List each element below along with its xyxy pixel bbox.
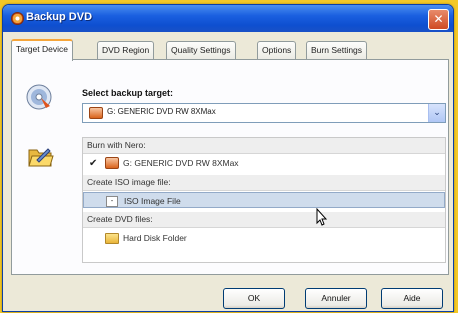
mouse-cursor-icon (316, 208, 328, 226)
target-device-panel: Select backup target: G: GENERIC DVD RW … (11, 59, 449, 275)
cancel-button[interactable]: Annuler (305, 288, 367, 309)
iso-file-icon: - (106, 196, 118, 207)
iso-group-label: Create ISO image file: (87, 177, 171, 187)
checkmark-icon: ✔ (89, 158, 98, 169)
open-folder-icon (28, 148, 54, 167)
drive-icon (105, 157, 119, 169)
burn-group-header: Burn with Nero: (83, 138, 445, 154)
folder-item-label: Hard Disk Folder (123, 233, 187, 243)
tab-strip: Target Device DVD Region Quality Setting… (11, 39, 451, 61)
combo-value: G: GENERIC DVD RW 8XMax (107, 107, 216, 116)
tab-target-device[interactable]: Target Device (11, 39, 73, 61)
target-device-combo[interactable]: G: GENERIC DVD RW 8XMax ⌄ (82, 103, 446, 123)
title-bar[interactable]: Backup DVD ✕ (3, 5, 453, 32)
tab-options[interactable]: Options (257, 41, 297, 59)
iso-item-label: ISO Image File (124, 196, 181, 206)
dvd-disc-icon (26, 84, 52, 110)
chevron-down-icon[interactable]: ⌄ (428, 104, 445, 122)
help-button[interactable]: Aide (381, 288, 443, 309)
ok-button[interactable]: OK (223, 288, 285, 309)
close-button[interactable]: ✕ (428, 9, 449, 30)
burn-group-label: Burn with Nero: (87, 140, 146, 150)
burn-nero-item[interactable]: ✔ G: GENERIC DVD RW 8XMax (83, 155, 445, 171)
folder-icon (105, 233, 119, 244)
tab-dvd-region[interactable]: DVD Region (97, 41, 155, 59)
app-icon (11, 12, 24, 25)
iso-image-item[interactable]: - ISO Image File (83, 192, 445, 208)
window-title: Backup DVD (26, 11, 93, 23)
tab-burn-settings[interactable]: Burn Settings (306, 41, 368, 59)
select-target-label: Select backup target: (82, 88, 174, 98)
backup-dvd-window: Backup DVD ✕ Target Device DVD Region Qu… (2, 4, 454, 312)
dvd-group-label: Create DVD files: (87, 214, 153, 224)
iso-group-header: Create ISO image file: (83, 175, 445, 191)
burn-item-label: G: GENERIC DVD RW 8XMax (123, 158, 239, 168)
target-options-list: Burn with Nero: ✔ G: GENERIC DVD RW 8XMa… (82, 137, 446, 263)
tab-quality-settings[interactable]: Quality Settings (166, 41, 236, 59)
dvd-group-header: Create DVD files: (83, 212, 445, 228)
drive-icon (89, 107, 103, 119)
hard-disk-folder-item[interactable]: Hard Disk Folder (83, 230, 445, 246)
